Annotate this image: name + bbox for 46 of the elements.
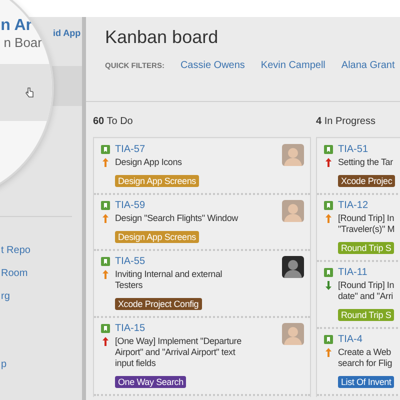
issue-summary: [Round Trip] In date" and "Arri [338, 280, 394, 302]
story-icon [324, 335, 333, 344]
story-icon [324, 201, 333, 210]
story-icon [101, 201, 110, 210]
issue-key[interactable]: TIA-15 [115, 323, 146, 334]
column-header: 4 In Progress [316, 116, 376, 127]
quick-filter-link[interactable]: Cassie Owens [180, 60, 245, 71]
quick-filter-link[interactable]: Kevin Campell [260, 60, 326, 71]
epic-label: Xcode Projec [338, 175, 396, 187]
issue-key[interactable]: TIA-59 [115, 200, 146, 211]
project-title[interactable]: id App [53, 28, 82, 38]
sidebar-link[interactable]: p [1, 358, 7, 371]
column-header: 60 To Do [93, 116, 134, 127]
project-subtitle: n Boar [4, 35, 42, 50]
issue-summary: Design App Icons [115, 157, 182, 168]
issue-summary: Setting the Tar [338, 157, 393, 168]
epic-label: Round Trip S [338, 242, 394, 254]
story-icon [101, 145, 110, 154]
issue-summary: [One Way] Implement "Departure Airport" and "Arrival Airport" text input fields [115, 336, 242, 369]
board-title: Kanban board [105, 27, 220, 48]
issue-key[interactable]: TIA-55 [115, 256, 146, 267]
hand-cursor-icon [25, 87, 34, 98]
issue-key[interactable]: TIA-57 [115, 144, 146, 155]
story-icon [101, 324, 110, 333]
issue-summary: Design "Search Flights" Window [115, 213, 238, 224]
issue-key[interactable]: TIA-51 [338, 144, 368, 155]
issue-key[interactable]: TIA-12 [338, 200, 368, 211]
project-title: n Ar [0, 17, 32, 35]
epic-label: List Of Invent [338, 376, 394, 388]
epic-label: Round Trip S [338, 309, 394, 321]
epic-label: Design App Screens [115, 231, 199, 243]
sidebar-link[interactable]: t Repo [1, 244, 30, 257]
epic-label: One Way Search [115, 376, 186, 388]
story-icon [324, 145, 333, 154]
quick-filter-link[interactable]: Alana Grant [341, 60, 395, 71]
issue-key[interactable]: TIA-11 [338, 267, 368, 278]
epic-label: Design App Screens [115, 175, 199, 187]
story-icon [324, 268, 333, 277]
sidebar-link[interactable]: rg [1, 290, 10, 303]
issue-summary: Create a Web search for Flig [338, 347, 392, 369]
story-icon [101, 257, 110, 266]
issue-summary: [Round Trip] In "Traveler(s)" M [338, 213, 395, 235]
issue-summary: Inviting Internal and external Testers [115, 269, 222, 291]
sidebar-link[interactable]: Room [1, 267, 28, 280]
issue-key[interactable]: TIA-4 [338, 334, 362, 345]
epic-label: Xcode Project Config [115, 298, 202, 310]
